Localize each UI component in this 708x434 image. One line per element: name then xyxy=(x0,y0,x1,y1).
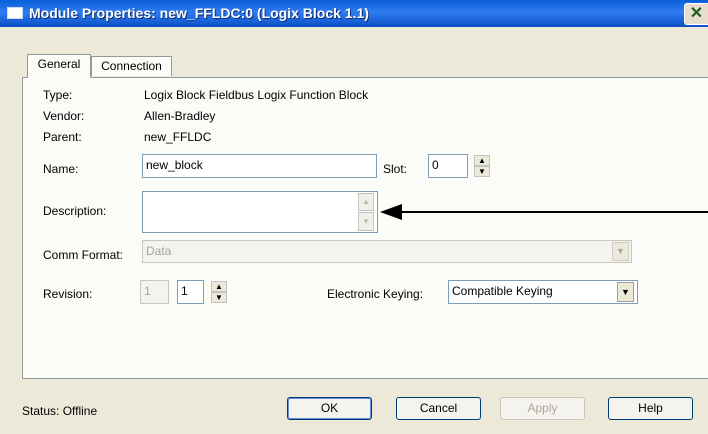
revision-down-icon[interactable]: ▼ xyxy=(211,292,227,303)
slot-label: Slot: xyxy=(383,162,408,176)
slot-input[interactable]: 0 xyxy=(428,154,468,178)
parent-value: new_FFLDC xyxy=(144,130,212,144)
window-title: Module Properties: new_FFLDC:0 (Logix Bl… xyxy=(29,5,369,21)
module-properties-dialog: Module Properties: new_FFLDC:0 (Logix Bl… xyxy=(0,0,708,434)
slot-down-icon[interactable]: ▼ xyxy=(474,166,490,177)
cancel-button[interactable]: Cancel xyxy=(396,397,481,420)
name-input[interactable]: new_block xyxy=(142,154,377,178)
chevron-down-icon[interactable]: ▼ xyxy=(612,242,629,261)
revision-up-icon[interactable]: ▲ xyxy=(211,281,227,292)
revision-label: Revision: xyxy=(43,287,93,301)
help-button[interactable]: Help xyxy=(608,397,693,420)
keying-chevron-down-icon[interactable]: ▼ xyxy=(617,282,634,302)
scroll-up-icon[interactable]: ▲ xyxy=(358,193,374,211)
apply-button[interactable]: Apply xyxy=(500,397,585,420)
type-value: Logix Block Fieldbus Logix Function Bloc… xyxy=(144,88,369,102)
slot-up-icon[interactable]: ▲ xyxy=(474,155,490,166)
vendor-label: Vendor: xyxy=(43,109,85,123)
type-label: Type: xyxy=(43,88,73,102)
arrow-annotation-line xyxy=(400,211,708,213)
revision-minor-input[interactable]: 1 xyxy=(177,280,204,304)
status-text: Status: Offline xyxy=(22,404,98,418)
keying-label: Electronic Keying: xyxy=(327,287,424,301)
description-input[interactable] xyxy=(142,191,378,233)
tab-general[interactable]: General xyxy=(27,54,91,78)
parent-label: Parent: xyxy=(43,130,82,144)
title-bar[interactable]: Module Properties: new_FFLDC:0 (Logix Bl… xyxy=(0,0,708,27)
comm-format-select[interactable]: Data xyxy=(142,240,632,263)
close-icon[interactable]: ✕ xyxy=(684,3,708,25)
scroll-down-icon[interactable]: ▼ xyxy=(358,212,374,231)
revision-major-input[interactable]: 1 xyxy=(140,280,169,304)
vendor-value: Allen-Bradley xyxy=(144,109,216,123)
comm-format-label: Comm Format: xyxy=(43,248,124,262)
name-label: Name: xyxy=(43,162,79,176)
tab-connection[interactable]: Connection xyxy=(91,56,172,76)
keying-select[interactable]: Compatible Keying xyxy=(448,280,638,304)
arrow-annotation-icon xyxy=(380,204,402,220)
window-icon xyxy=(7,7,23,19)
ok-button[interactable]: OK xyxy=(287,397,372,420)
description-label: Description: xyxy=(43,204,107,218)
